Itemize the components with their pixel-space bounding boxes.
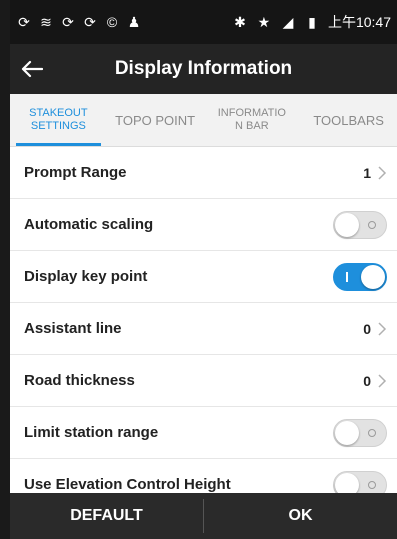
display-key-point-toggle[interactable] [333,262,387,291]
tab-stakeout-settings[interactable]: STAKEOUT SETTINGS [10,94,107,146]
setting-label: Assistant line [24,320,122,337]
star-icon: ★ [257,14,271,30]
tab-label: INFORMATIO N BAR [217,107,286,132]
battery-icon: ▮ [308,14,316,30]
status-bar: ⟳ ≋ ⟳ ⟳ © ♟ ✱ ★ ◢ ▮ 上午10:47 [10,0,397,44]
settings-list: Prompt Range 1 Automatic scaling Display… [10,147,397,493]
sync-icon: ⟳ [62,14,74,30]
toggle-off-indicator-icon [368,480,376,489]
toggle-knob [335,212,359,237]
setting-label: Automatic scaling [24,216,154,233]
limit-station-range-toggle[interactable] [333,418,387,447]
bluetooth-icon: ✱ [234,14,246,30]
setting-label: Display key point [24,268,148,285]
toggle-knob [335,472,359,493]
setting-row-road-thickness[interactable]: Road thickness 0 [10,355,397,407]
toggle-knob [335,420,359,445]
toggle-knob [361,264,385,289]
setting-row-automatic-scaling[interactable]: Automatic scaling [10,199,397,251]
setting-label: Road thickness [24,372,135,389]
setting-value: 0 [363,320,371,337]
chevron-right-icon [378,373,387,388]
setting-row-use-elevation-control-height[interactable]: Use Elevation Control Height [10,459,397,493]
copyright-icon: © [106,14,118,30]
setting-label: Prompt Range [24,164,127,181]
chevron-right-icon [378,165,387,180]
default-button[interactable]: DEFAULT [10,493,203,539]
wifi-icon: ≋ [40,14,52,30]
status-time: 上午10:47 [327,14,391,30]
toggle-off-indicator-icon [368,220,376,229]
android-icon: ♟ [127,14,141,30]
chevron-right-icon [378,321,387,336]
tab-bar: STAKEOUT SETTINGS TOPO POINT INFORMATIO … [10,94,397,147]
tab-label: TOPO POINT [115,112,196,128]
toggle-on-indicator-icon [346,271,348,282]
app-bar: Display Information [10,44,397,94]
automatic-scaling-toggle[interactable] [333,210,387,239]
tab-information-bar[interactable]: INFORMATIO N BAR [204,94,301,146]
setting-row-assistant-line[interactable]: Assistant line 0 [10,303,397,355]
status-bar-right: ✱ ★ ◢ ▮ 上午10:47 [232,12,391,32]
page-title: Display Information [114,58,293,79]
setting-value: 0 [363,372,371,389]
setting-row-display-key-point[interactable]: Display key point [10,251,397,303]
bottom-action-bar: DEFAULT OK [10,493,397,539]
tab-topo-point[interactable]: TOPO POINT [107,94,204,146]
back-button[interactable] [10,44,54,94]
tab-label: TOOLBARS [313,112,384,128]
status-bar-left: ⟳ ≋ ⟳ ⟳ © ♟ [16,14,142,30]
signal-icon: ◢ [282,14,294,30]
setting-row-prompt-range[interactable]: Prompt Range 1 [10,147,397,199]
toggle-off-indicator-icon [368,428,376,437]
setting-row-limit-station-range[interactable]: Limit station range [10,407,397,459]
sync-icon: ⟳ [18,14,30,30]
tab-toolbars[interactable]: TOOLBARS [300,94,397,146]
ok-button[interactable]: OK [204,493,397,539]
setting-label: Use Elevation Control Height [24,476,231,493]
setting-label: Limit station range [24,424,159,441]
use-elevation-control-height-toggle[interactable] [333,470,387,493]
sync-icon: ⟳ [84,14,96,30]
tab-label: STAKEOUT SETTINGS [29,107,88,132]
setting-value: 1 [363,164,371,181]
back-arrow-icon [21,60,43,78]
